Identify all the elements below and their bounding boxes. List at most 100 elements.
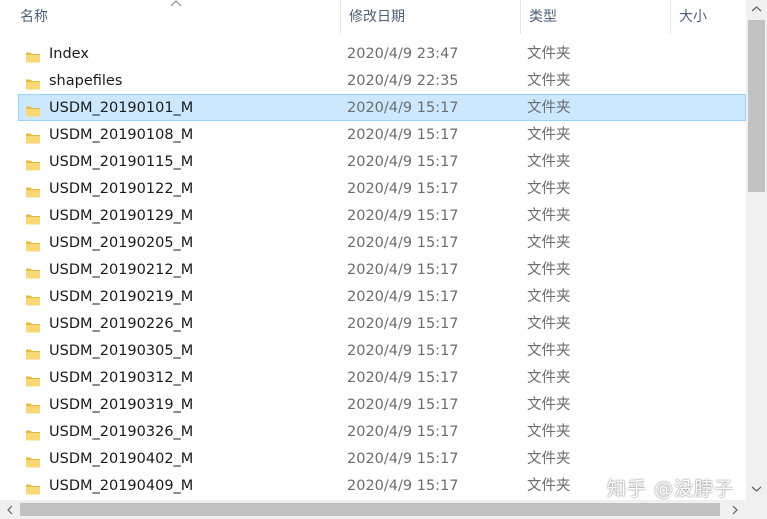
table-row[interactable]: Index 2020/4/9 23:47 文件夹 xyxy=(18,40,746,67)
horizontal-scroll-thumb[interactable] xyxy=(20,503,720,516)
folder-icon xyxy=(25,425,41,441)
file-date-modified: 2020/4/9 15:17 xyxy=(347,235,459,251)
file-type: 文件夹 xyxy=(527,289,571,305)
table-row[interactable]: USDM_20190219_M 2020/4/9 15:17 文件夹 xyxy=(18,283,746,310)
sort-ascending-icon xyxy=(170,0,182,7)
folder-icon xyxy=(25,47,41,63)
vertical-scrollbar[interactable] xyxy=(746,0,767,500)
file-name[interactable]: USDM_20190122_M xyxy=(49,176,193,203)
file-type: 文件夹 xyxy=(527,235,571,251)
table-row[interactable]: USDM_20190129_M 2020/4/9 15:17 文件夹 xyxy=(18,202,746,229)
file-name[interactable]: USDM_20190319_M xyxy=(49,392,193,419)
file-date-modified: 2020/4/9 22:35 xyxy=(347,73,459,89)
file-name[interactable]: USDM_20190129_M xyxy=(49,203,193,230)
table-row[interactable]: USDM_20190305_M 2020/4/9 15:17 文件夹 xyxy=(18,337,746,364)
table-row[interactable]: USDM_20190212_M 2020/4/9 15:17 文件夹 xyxy=(18,256,746,283)
file-date-modified: 2020/4/9 15:17 xyxy=(347,397,459,413)
folder-icon xyxy=(25,317,41,333)
folder-icon xyxy=(25,452,41,468)
folder-icon xyxy=(25,209,41,225)
column-header: 名称 修改日期 类型 大小 xyxy=(0,0,746,34)
file-name[interactable]: USDM_20190115_M xyxy=(49,149,193,176)
table-row[interactable]: USDM_20190312_M 2020/4/9 15:17 文件夹 xyxy=(18,364,746,391)
table-row[interactable]: USDM_20190101_M 2020/4/9 15:17 文件夹 xyxy=(18,94,746,121)
file-type: 文件夹 xyxy=(527,370,571,386)
scroll-up-icon[interactable] xyxy=(750,4,763,14)
file-type: 文件夹 xyxy=(527,316,571,332)
file-date-modified: 2020/4/9 15:17 xyxy=(347,424,459,440)
folder-icon xyxy=(25,371,41,387)
folder-icon xyxy=(25,344,41,360)
folder-icon xyxy=(25,128,41,144)
folder-icon xyxy=(25,74,41,90)
file-list: Index 2020/4/9 23:47 文件夹 shapefiles 2020/4/9… xyxy=(18,40,746,500)
file-date-modified: 2020/4/9 15:17 xyxy=(347,154,459,170)
file-name[interactable]: USDM_20190205_M xyxy=(49,230,193,257)
file-name[interactable]: USDM_20190409_M xyxy=(49,473,193,500)
file-date-modified: 2020/4/9 15:17 xyxy=(347,316,459,332)
scroll-right-icon[interactable] xyxy=(730,504,740,516)
file-date-modified: 2020/4/9 15:17 xyxy=(347,100,459,116)
folder-icon xyxy=(25,236,41,252)
table-row[interactable]: USDM_20190108_M 2020/4/9 15:17 文件夹 xyxy=(18,121,746,148)
table-row[interactable]: USDM_20190205_M 2020/4/9 15:17 文件夹 xyxy=(18,229,746,256)
file-name[interactable]: Index xyxy=(49,41,89,68)
file-type: 文件夹 xyxy=(527,181,571,197)
table-row[interactable]: USDM_20190226_M 2020/4/9 15:17 文件夹 xyxy=(18,310,746,337)
file-date-modified: 2020/4/9 15:17 xyxy=(347,127,459,143)
table-row[interactable]: USDM_20190115_M 2020/4/9 15:17 文件夹 xyxy=(18,148,746,175)
file-type: 文件夹 xyxy=(527,478,571,494)
table-row[interactable]: USDM_20190319_M 2020/4/9 15:17 文件夹 xyxy=(18,391,746,418)
file-date-modified: 2020/4/9 15:17 xyxy=(347,289,459,305)
column-header-date-modified[interactable]: 修改日期 xyxy=(340,0,520,34)
file-date-modified: 2020/4/9 15:17 xyxy=(347,343,459,359)
scrollbar-corner xyxy=(746,500,767,519)
column-header-size[interactable]: 大小 xyxy=(670,0,746,34)
scroll-left-icon[interactable] xyxy=(5,504,15,516)
file-type: 文件夹 xyxy=(527,46,571,62)
vertical-scroll-thumb[interactable] xyxy=(748,20,765,192)
file-date-modified: 2020/4/9 15:17 xyxy=(347,262,459,278)
folder-icon xyxy=(25,182,41,198)
column-header-type[interactable]: 类型 xyxy=(520,0,670,34)
file-date-modified: 2020/4/9 15:17 xyxy=(347,181,459,197)
file-name[interactable]: USDM_20190219_M xyxy=(49,284,193,311)
file-date-modified: 2020/4/9 23:47 xyxy=(347,46,459,62)
file-name[interactable]: USDM_20190326_M xyxy=(49,419,193,446)
folder-icon xyxy=(25,479,41,495)
file-date-modified: 2020/4/9 15:17 xyxy=(347,208,459,224)
file-type: 文件夹 xyxy=(527,127,571,143)
table-row[interactable]: USDM_20190402_M 2020/4/9 15:17 文件夹 xyxy=(18,445,746,472)
table-row[interactable]: shapefiles 2020/4/9 22:35 文件夹 xyxy=(18,67,746,94)
file-name[interactable]: USDM_20190212_M xyxy=(49,257,193,284)
folder-icon xyxy=(25,263,41,279)
horizontal-scrollbar[interactable] xyxy=(0,500,746,519)
file-date-modified: 2020/4/9 15:17 xyxy=(347,451,459,467)
file-name[interactable]: USDM_20190101_M xyxy=(49,95,193,122)
scroll-down-icon[interactable] xyxy=(750,484,763,494)
file-name[interactable]: USDM_20190305_M xyxy=(49,338,193,365)
file-name[interactable]: USDM_20190108_M xyxy=(49,122,193,149)
folder-icon xyxy=(25,155,41,171)
folder-icon xyxy=(25,101,41,117)
file-type: 文件夹 xyxy=(527,343,571,359)
file-name[interactable]: USDM_20190226_M xyxy=(49,311,193,338)
file-type: 文件夹 xyxy=(527,73,571,89)
table-row[interactable]: USDM_20190122_M 2020/4/9 15:17 文件夹 xyxy=(18,175,746,202)
file-type: 文件夹 xyxy=(527,397,571,413)
file-date-modified: 2020/4/9 15:17 xyxy=(347,478,459,494)
file-name[interactable]: shapefiles xyxy=(49,68,122,95)
folder-icon xyxy=(25,398,41,414)
watermark: 知乎 @没脖子 xyxy=(607,478,735,500)
file-type: 文件夹 xyxy=(527,208,571,224)
file-type: 文件夹 xyxy=(527,262,571,278)
file-type: 文件夹 xyxy=(527,424,571,440)
folder-icon xyxy=(25,290,41,306)
file-type: 文件夹 xyxy=(527,154,571,170)
file-date-modified: 2020/4/9 15:17 xyxy=(347,370,459,386)
table-row[interactable]: USDM_20190326_M 2020/4/9 15:17 文件夹 xyxy=(18,418,746,445)
file-name[interactable]: USDM_20190402_M xyxy=(49,446,193,473)
file-type: 文件夹 xyxy=(527,451,571,467)
file-name[interactable]: USDM_20190312_M xyxy=(49,365,193,392)
file-type: 文件夹 xyxy=(527,100,571,116)
